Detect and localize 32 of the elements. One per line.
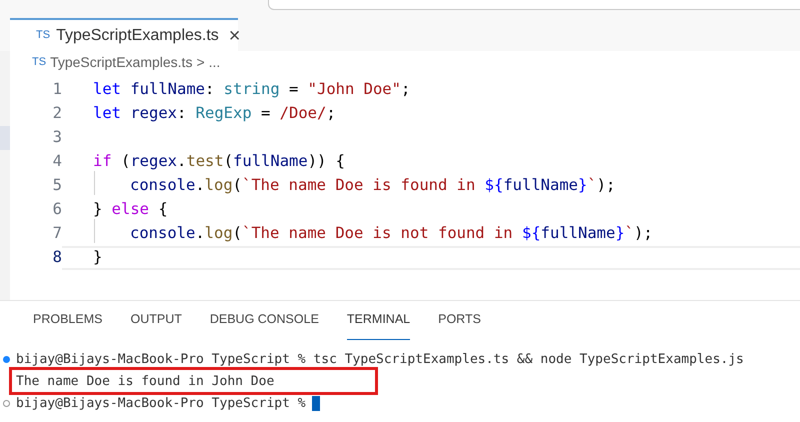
code-line: let regex: RegExp = /Doe/; (93, 103, 336, 124)
terminal-output: The name Doe is found in John Doe (16, 374, 274, 388)
line-number: 8 (52, 247, 62, 268)
editor-tab[interactable]: TS TypeScriptExamples.ts × (10, 18, 238, 51)
code-line: console.log(`The name Doe is not found in ${fullName}`); (93, 222, 653, 246)
breadcrumb-item[interactable]: ... (208, 52, 220, 72)
line-number: 1 (52, 79, 62, 100)
terminal-command: bijay@Bijays-MacBook-Pro TypeScript % tsc TypeScriptExamples.ts && node TypeScriptExamples.js (16, 352, 744, 366)
typescript-icon: TS (36, 27, 50, 44)
line-number: 2 (52, 103, 62, 124)
line-number: 5 (52, 175, 62, 196)
panel-tab[interactable]: PORTS (438, 310, 481, 340)
code-line: } else { (93, 199, 168, 220)
line-number: 7 (52, 223, 62, 244)
line-number: 3 (52, 127, 62, 148)
panel-tab[interactable]: TERMINAL (346, 310, 410, 340)
panel-tab[interactable]: OUTPUT (130, 310, 182, 340)
code-line: console.log(`The name Doe is found in ${fullName}`); (93, 174, 616, 198)
code-line: if (regex.test(fullName)) { (93, 151, 346, 172)
code-line: let fullName: string = "John Doe"; (93, 79, 410, 100)
line-number: 4 (52, 151, 62, 172)
tab-label: TypeScriptExamples.ts (56, 26, 219, 46)
selected-row-highlight (0, 126, 10, 150)
panel-tab[interactable]: DEBUG CONSOLE (210, 310, 319, 340)
breadcrumb-item[interactable]: TypeScriptExamples.ts (50, 52, 192, 72)
chevron-icon: > (196, 52, 205, 72)
close-icon[interactable]: × (228, 26, 240, 46)
panel-tab[interactable]: PROBLEMS (33, 310, 102, 340)
line-number: 6 (52, 199, 62, 220)
code-line: } (93, 247, 102, 268)
terminal-command: bijay@Bijays-MacBook-Pro TypeScript % (16, 396, 306, 410)
typescript-icon: TS (32, 54, 46, 70)
